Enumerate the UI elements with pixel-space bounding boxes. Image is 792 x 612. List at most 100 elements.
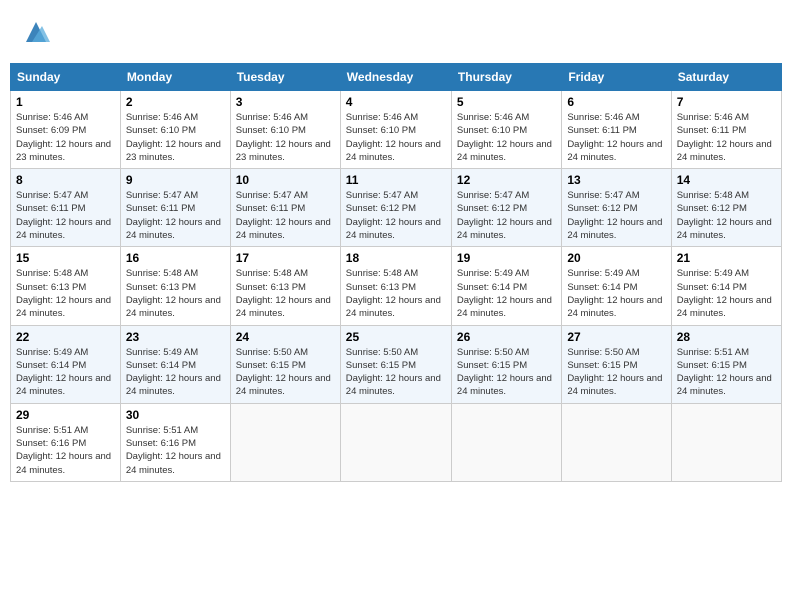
day-number: 5 [457, 95, 556, 109]
day-info: Sunrise: 5:48 AM Sunset: 6:12 PM Dayligh… [677, 189, 776, 242]
day-info: Sunrise: 5:50 AM Sunset: 6:15 PM Dayligh… [457, 346, 556, 399]
day-info: Sunrise: 5:46 AM Sunset: 6:10 PM Dayligh… [457, 111, 556, 164]
calendar-cell: 26 Sunrise: 5:50 AM Sunset: 6:15 PM Dayl… [451, 325, 561, 403]
day-number: 28 [677, 330, 776, 344]
calendar-cell: 22 Sunrise: 5:49 AM Sunset: 6:14 PM Dayl… [11, 325, 121, 403]
calendar-cell: 2 Sunrise: 5:46 AM Sunset: 6:10 PM Dayli… [120, 91, 230, 169]
calendar-header-row: SundayMondayTuesdayWednesdayThursdayFrid… [11, 64, 782, 91]
day-number: 9 [126, 173, 225, 187]
calendar-cell: 4 Sunrise: 5:46 AM Sunset: 6:10 PM Dayli… [340, 91, 451, 169]
header [10, 10, 782, 55]
calendar-cell: 15 Sunrise: 5:48 AM Sunset: 6:13 PM Dayl… [11, 247, 121, 325]
calendar-cell [451, 403, 561, 481]
calendar-cell: 17 Sunrise: 5:48 AM Sunset: 6:13 PM Dayl… [230, 247, 340, 325]
calendar-cell: 18 Sunrise: 5:48 AM Sunset: 6:13 PM Dayl… [340, 247, 451, 325]
calendar-cell: 5 Sunrise: 5:46 AM Sunset: 6:10 PM Dayli… [451, 91, 561, 169]
calendar-cell: 12 Sunrise: 5:47 AM Sunset: 6:12 PM Dayl… [451, 169, 561, 247]
day-number: 1 [16, 95, 115, 109]
day-number: 4 [346, 95, 446, 109]
calendar-cell [230, 403, 340, 481]
day-number: 29 [16, 408, 115, 422]
logo [20, 18, 50, 51]
day-number: 26 [457, 330, 556, 344]
day-info: Sunrise: 5:51 AM Sunset: 6:15 PM Dayligh… [677, 346, 776, 399]
calendar-cell: 3 Sunrise: 5:46 AM Sunset: 6:10 PM Dayli… [230, 91, 340, 169]
day-number: 20 [567, 251, 665, 265]
day-number: 13 [567, 173, 665, 187]
day-info: Sunrise: 5:47 AM Sunset: 6:11 PM Dayligh… [236, 189, 335, 242]
day-number: 10 [236, 173, 335, 187]
calendar-week-5: 29 Sunrise: 5:51 AM Sunset: 6:16 PM Dayl… [11, 403, 782, 481]
day-info: Sunrise: 5:50 AM Sunset: 6:15 PM Dayligh… [567, 346, 665, 399]
calendar-cell: 24 Sunrise: 5:50 AM Sunset: 6:15 PM Dayl… [230, 325, 340, 403]
day-number: 25 [346, 330, 446, 344]
calendar-cell [562, 403, 671, 481]
calendar-header-wednesday: Wednesday [340, 64, 451, 91]
calendar-header-saturday: Saturday [671, 64, 781, 91]
calendar-week-4: 22 Sunrise: 5:49 AM Sunset: 6:14 PM Dayl… [11, 325, 782, 403]
day-number: 27 [567, 330, 665, 344]
calendar-cell: 20 Sunrise: 5:49 AM Sunset: 6:14 PM Dayl… [562, 247, 671, 325]
day-info: Sunrise: 5:47 AM Sunset: 6:11 PM Dayligh… [126, 189, 225, 242]
calendar-cell [340, 403, 451, 481]
day-number: 23 [126, 330, 225, 344]
calendar-cell: 14 Sunrise: 5:48 AM Sunset: 6:12 PM Dayl… [671, 169, 781, 247]
calendar-cell: 28 Sunrise: 5:51 AM Sunset: 6:15 PM Dayl… [671, 325, 781, 403]
calendar-cell: 25 Sunrise: 5:50 AM Sunset: 6:15 PM Dayl… [340, 325, 451, 403]
day-info: Sunrise: 5:49 AM Sunset: 6:14 PM Dayligh… [16, 346, 115, 399]
day-number: 24 [236, 330, 335, 344]
day-info: Sunrise: 5:46 AM Sunset: 6:11 PM Dayligh… [677, 111, 776, 164]
calendar-cell [671, 403, 781, 481]
day-number: 7 [677, 95, 776, 109]
calendar-header-tuesday: Tuesday [230, 64, 340, 91]
calendar-header-thursday: Thursday [451, 64, 561, 91]
day-info: Sunrise: 5:50 AM Sunset: 6:15 PM Dayligh… [346, 346, 446, 399]
calendar-cell: 1 Sunrise: 5:46 AM Sunset: 6:09 PM Dayli… [11, 91, 121, 169]
calendar-cell: 8 Sunrise: 5:47 AM Sunset: 6:11 PM Dayli… [11, 169, 121, 247]
day-number: 3 [236, 95, 335, 109]
day-info: Sunrise: 5:49 AM Sunset: 6:14 PM Dayligh… [677, 267, 776, 320]
day-number: 6 [567, 95, 665, 109]
logo-icon [22, 18, 50, 46]
calendar-cell: 30 Sunrise: 5:51 AM Sunset: 6:16 PM Dayl… [120, 403, 230, 481]
calendar-header-monday: Monday [120, 64, 230, 91]
day-number: 21 [677, 251, 776, 265]
calendar-week-2: 8 Sunrise: 5:47 AM Sunset: 6:11 PM Dayli… [11, 169, 782, 247]
calendar-header-sunday: Sunday [11, 64, 121, 91]
calendar-week-3: 15 Sunrise: 5:48 AM Sunset: 6:13 PM Dayl… [11, 247, 782, 325]
calendar-cell: 21 Sunrise: 5:49 AM Sunset: 6:14 PM Dayl… [671, 247, 781, 325]
day-number: 18 [346, 251, 446, 265]
day-number: 2 [126, 95, 225, 109]
day-number: 14 [677, 173, 776, 187]
day-number: 30 [126, 408, 225, 422]
day-info: Sunrise: 5:46 AM Sunset: 6:09 PM Dayligh… [16, 111, 115, 164]
calendar-cell: 9 Sunrise: 5:47 AM Sunset: 6:11 PM Dayli… [120, 169, 230, 247]
calendar-cell: 11 Sunrise: 5:47 AM Sunset: 6:12 PM Dayl… [340, 169, 451, 247]
calendar-cell: 29 Sunrise: 5:51 AM Sunset: 6:16 PM Dayl… [11, 403, 121, 481]
day-info: Sunrise: 5:47 AM Sunset: 6:12 PM Dayligh… [346, 189, 446, 242]
day-info: Sunrise: 5:50 AM Sunset: 6:15 PM Dayligh… [236, 346, 335, 399]
day-info: Sunrise: 5:49 AM Sunset: 6:14 PM Dayligh… [126, 346, 225, 399]
day-info: Sunrise: 5:48 AM Sunset: 6:13 PM Dayligh… [236, 267, 335, 320]
day-number: 15 [16, 251, 115, 265]
day-info: Sunrise: 5:46 AM Sunset: 6:10 PM Dayligh… [236, 111, 335, 164]
calendar-cell: 10 Sunrise: 5:47 AM Sunset: 6:11 PM Dayl… [230, 169, 340, 247]
calendar-cell: 16 Sunrise: 5:48 AM Sunset: 6:13 PM Dayl… [120, 247, 230, 325]
day-info: Sunrise: 5:48 AM Sunset: 6:13 PM Dayligh… [126, 267, 225, 320]
day-number: 17 [236, 251, 335, 265]
calendar-table: SundayMondayTuesdayWednesdayThursdayFrid… [10, 63, 782, 482]
day-info: Sunrise: 5:48 AM Sunset: 6:13 PM Dayligh… [16, 267, 115, 320]
day-number: 11 [346, 173, 446, 187]
calendar-cell: 23 Sunrise: 5:49 AM Sunset: 6:14 PM Dayl… [120, 325, 230, 403]
day-info: Sunrise: 5:49 AM Sunset: 6:14 PM Dayligh… [457, 267, 556, 320]
day-info: Sunrise: 5:51 AM Sunset: 6:16 PM Dayligh… [126, 424, 225, 477]
calendar-cell: 13 Sunrise: 5:47 AM Sunset: 6:12 PM Dayl… [562, 169, 671, 247]
calendar-week-1: 1 Sunrise: 5:46 AM Sunset: 6:09 PM Dayli… [11, 91, 782, 169]
day-info: Sunrise: 5:47 AM Sunset: 6:12 PM Dayligh… [457, 189, 556, 242]
day-info: Sunrise: 5:47 AM Sunset: 6:11 PM Dayligh… [16, 189, 115, 242]
day-info: Sunrise: 5:48 AM Sunset: 6:13 PM Dayligh… [346, 267, 446, 320]
calendar-cell: 6 Sunrise: 5:46 AM Sunset: 6:11 PM Dayli… [562, 91, 671, 169]
day-number: 22 [16, 330, 115, 344]
day-number: 8 [16, 173, 115, 187]
day-info: Sunrise: 5:49 AM Sunset: 6:14 PM Dayligh… [567, 267, 665, 320]
